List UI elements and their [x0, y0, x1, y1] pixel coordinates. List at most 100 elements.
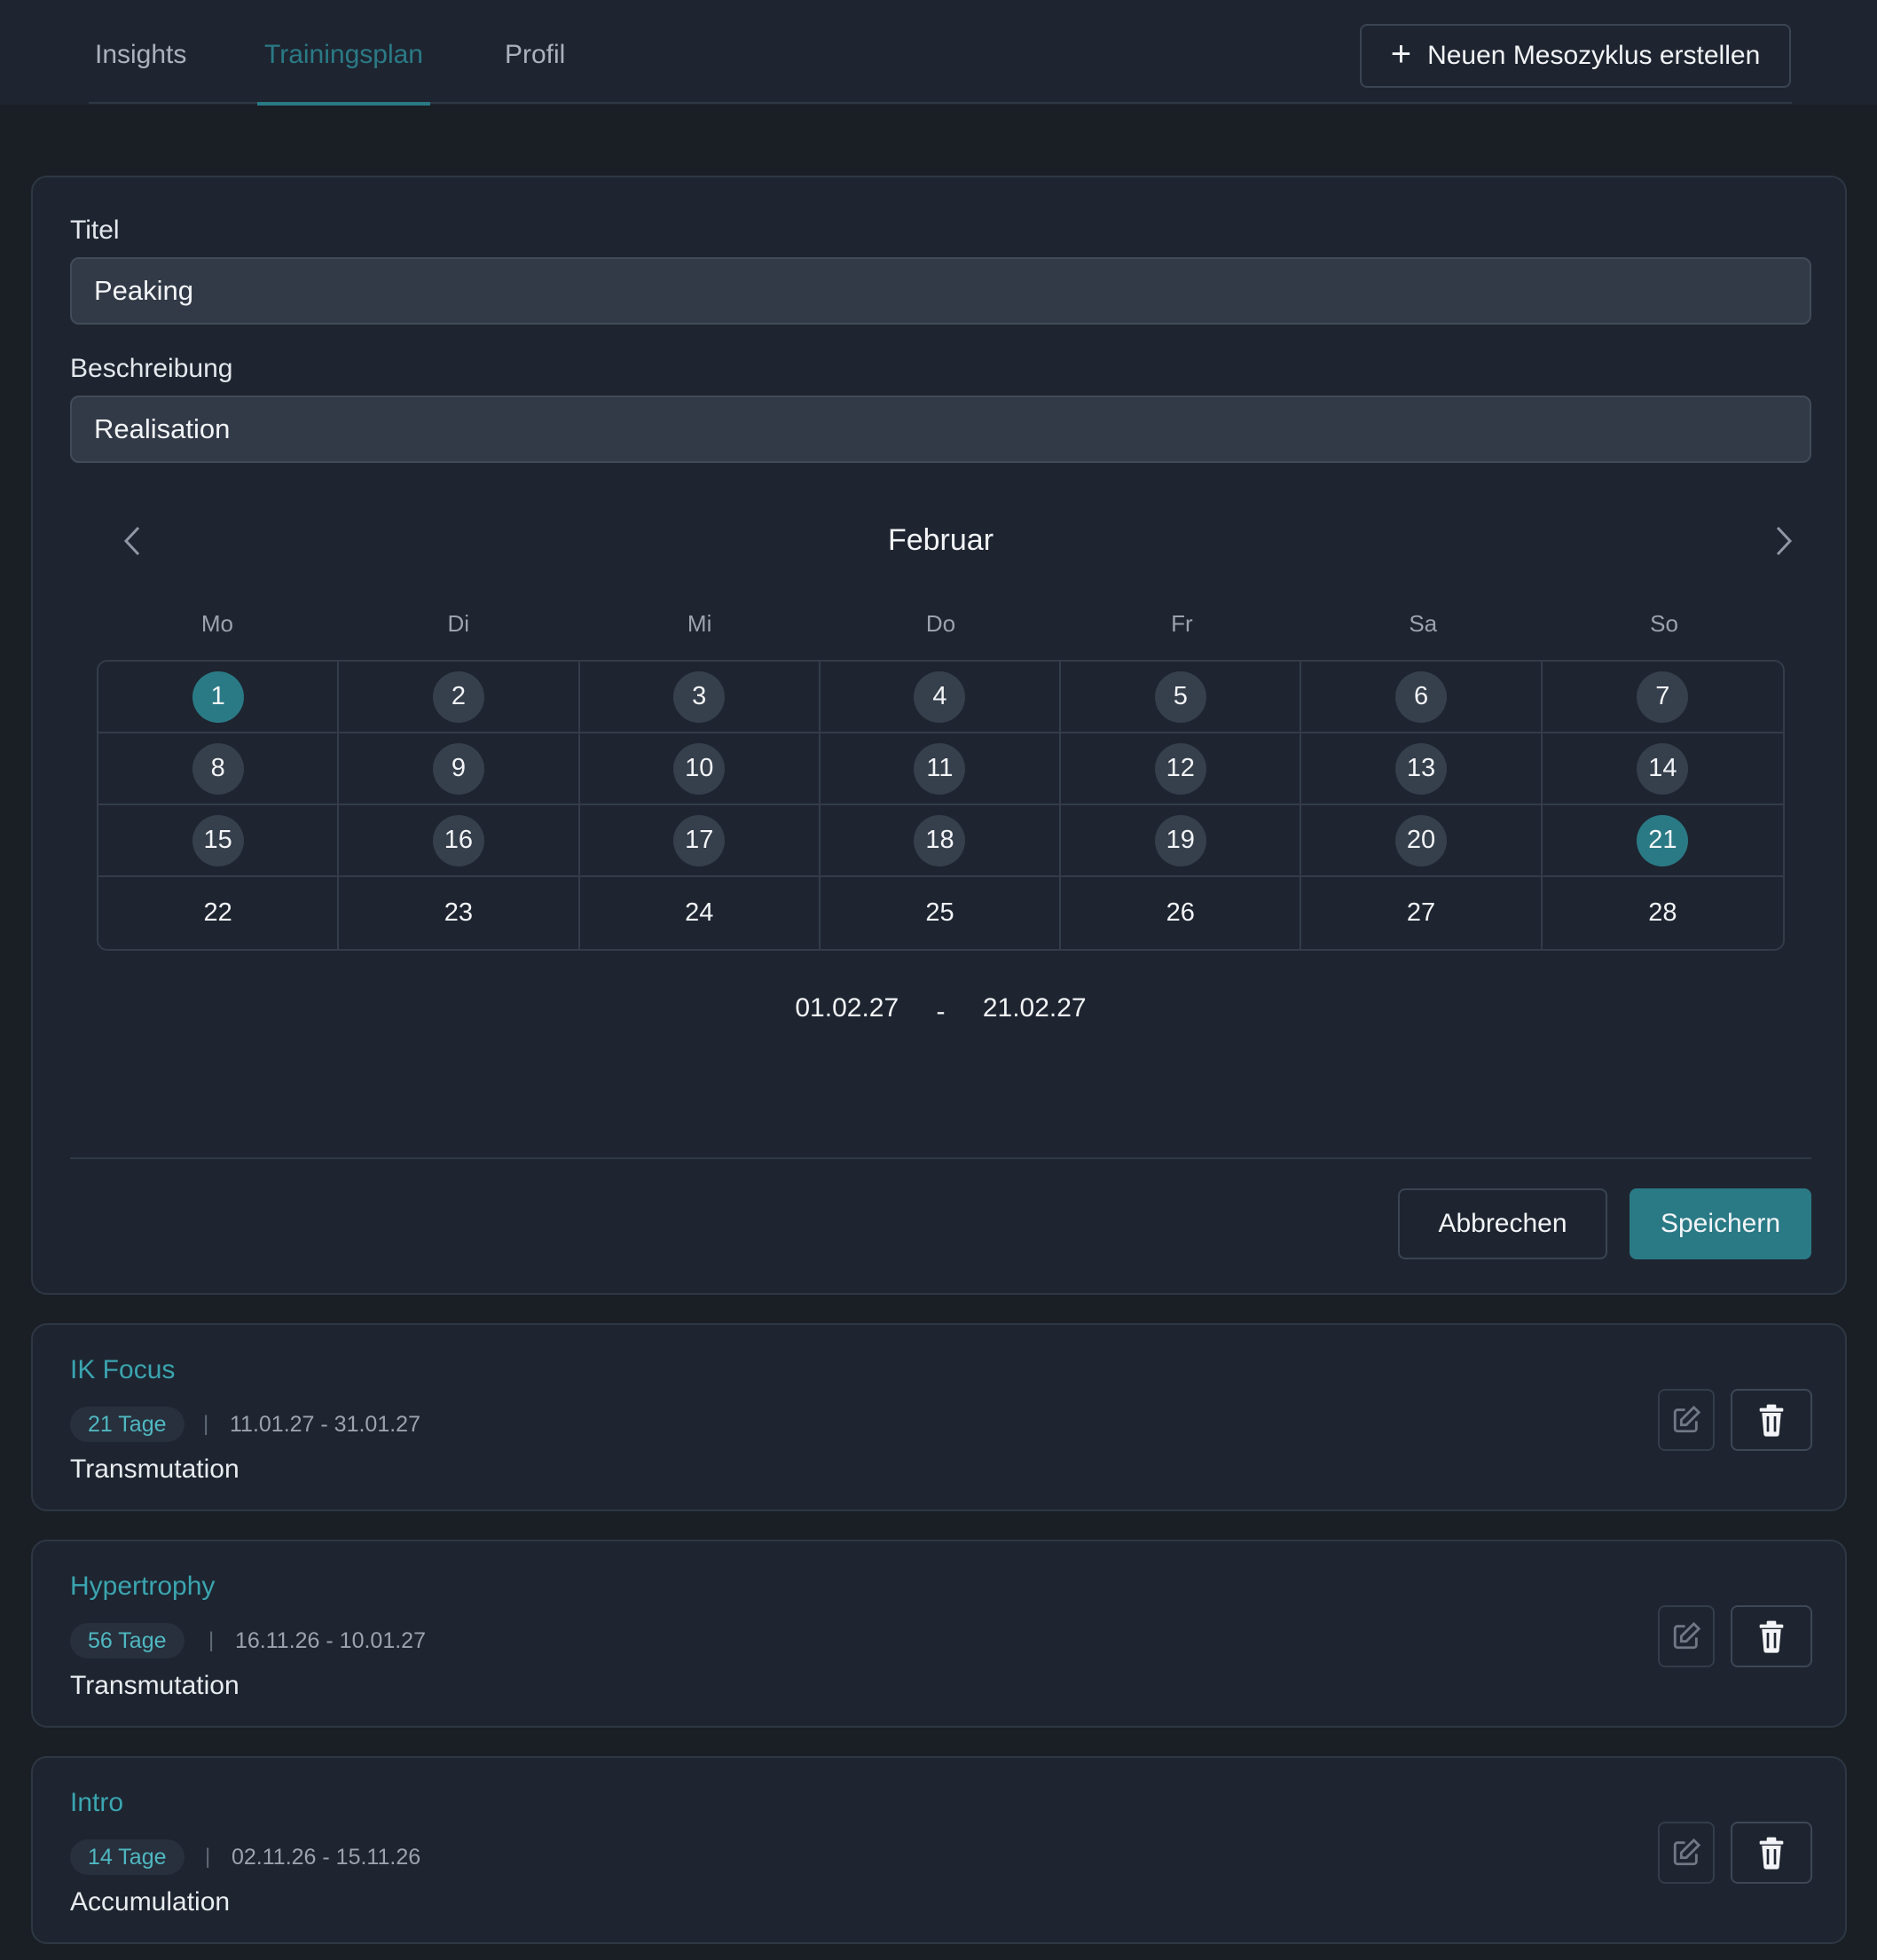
calendar-day-cell[interactable]: 12: [1061, 733, 1302, 805]
separator: |: [205, 1845, 211, 1869]
cycle-description: Transmutation: [70, 1671, 240, 1700]
calendar-day-cell[interactable]: 4: [820, 662, 1062, 733]
tab-insights[interactable]: Insights: [95, 0, 186, 104]
calendar-day-cell[interactable]: 26: [1061, 877, 1302, 949]
new-mesocycle-button[interactable]: + Neuen Mesozyklus erstellen: [1360, 24, 1791, 88]
calendar-day-cell[interactable]: 11: [820, 733, 1062, 805]
calendar-day-number: 24: [685, 898, 714, 927]
calendar-day-cell[interactable]: 22: [98, 877, 340, 949]
calendar-grid: 1 2 3 4 5 6 7 8 9 10 11 12 13 14 15 16 17 18 19 20 21 22 23 24 2…: [97, 660, 1785, 951]
cycle-title: Hypertrophy: [70, 1572, 216, 1601]
calendar-weekdays: Mo Di Mi Do Fr Sa So: [97, 610, 1785, 638]
weekday-label: Fr: [1171, 610, 1193, 637]
duration-badge: 56 Tage: [70, 1623, 185, 1658]
calendar-day-number: 22: [203, 898, 232, 927]
calendar-day-number: 25: [925, 898, 954, 927]
trash-icon: [1759, 1404, 1784, 1437]
mesocycle-form: Titel Peaking Beschreibung Realisation F…: [31, 176, 1847, 1295]
calendar-day-cell[interactable]: 1: [98, 662, 340, 733]
calendar-day-cell[interactable]: 15: [98, 805, 340, 877]
calendar-day-cell[interactable]: 18: [820, 805, 1062, 877]
calendar-day-cell[interactable]: 28: [1543, 877, 1783, 949]
top-navigation: Insights Trainingsplan Profil + Neuen Me…: [0, 0, 1877, 106]
cycle-description: Transmutation: [70, 1454, 240, 1484]
range-end: 21.02.27: [982, 993, 1087, 1023]
calendar-day-number: 11: [914, 742, 966, 795]
calendar-day-cell[interactable]: 2: [339, 662, 580, 733]
calendar-day-cell[interactable]: 17: [579, 805, 821, 877]
edit-button[interactable]: [1658, 1605, 1715, 1667]
save-button[interactable]: Speichern: [1630, 1188, 1811, 1259]
calendar-day-number: 9: [432, 742, 484, 795]
edit-button[interactable]: [1658, 1389, 1715, 1451]
tab-profil[interactable]: Profil: [505, 0, 565, 104]
calendar-day-number: 8: [192, 742, 244, 795]
weekday-label: Mi: [687, 610, 712, 637]
calendar-day-cell[interactable]: 23: [339, 877, 580, 949]
calendar-day-number: 21: [1637, 814, 1689, 866]
calendar-day-cell[interactable]: 19: [1061, 805, 1302, 877]
calendar-day-number: 28: [1648, 898, 1677, 927]
calendar-day-cell[interactable]: 9: [339, 733, 580, 805]
calendar-day-cell[interactable]: 13: [1301, 733, 1543, 805]
calendar-day-number: 15: [192, 814, 244, 866]
calendar-day-cell[interactable]: 5: [1061, 662, 1302, 733]
pencil-square-icon: [1673, 1621, 1701, 1650]
cancel-button[interactable]: Abbrechen: [1398, 1188, 1607, 1259]
delete-button[interactable]: [1731, 1389, 1812, 1451]
pencil-square-icon: [1673, 1405, 1701, 1433]
range-start: 01.02.27: [795, 993, 899, 1023]
calendar-day-cell[interactable]: 16: [339, 805, 580, 877]
calendar-month: Februar: [887, 523, 994, 557]
calendar-day-number: 27: [1406, 898, 1436, 927]
calendar-day-number: 2: [432, 670, 484, 723]
calendar-day-cell[interactable]: 21: [1542, 805, 1783, 877]
cycle-card: IK Focus 21 Tage | 11.01.27 - 31.01.27 T…: [31, 1323, 1847, 1511]
calendar-day-number: 26: [1166, 898, 1195, 927]
calendar-day-number: 18: [914, 814, 966, 866]
selected-range: 01.02.27 - 21.02.27: [33, 993, 1849, 1026]
trash-icon: [1759, 1837, 1784, 1870]
separator: |: [203, 1412, 209, 1436]
weekday-label: Di: [447, 610, 470, 637]
weekday-label: Sa: [1409, 610, 1438, 637]
form-divider: [70, 1157, 1811, 1159]
calendar-day-number: 5: [1154, 670, 1206, 723]
title-input[interactable]: Peaking: [70, 257, 1811, 325]
weekday-label: So: [1650, 610, 1678, 637]
next-month-button[interactable]: [1766, 519, 1802, 563]
calendar-day-number: 7: [1637, 670, 1689, 723]
calendar-day-cell[interactable]: 6: [1301, 662, 1543, 733]
calendar-day-number: 6: [1395, 670, 1448, 723]
calendar-day-cell[interactable]: 8: [98, 733, 340, 805]
duration-badge: 21 Tage: [70, 1407, 185, 1442]
calendar-day-number: 1: [192, 670, 244, 723]
delete-button[interactable]: [1731, 1822, 1812, 1884]
description-input[interactable]: Realisation: [70, 396, 1811, 463]
tab-trainingsplan[interactable]: Trainingsplan: [257, 0, 430, 106]
calendar-day-cell[interactable]: 25: [821, 877, 1062, 949]
trash-icon: [1759, 1620, 1784, 1653]
cycle-title: Intro: [70, 1788, 124, 1817]
calendar-day-cell[interactable]: 10: [579, 733, 821, 805]
plus-icon: +: [1390, 35, 1412, 74]
range-separator: -: [936, 997, 946, 1026]
calendar-day-cell[interactable]: 14: [1542, 733, 1783, 805]
cycle-dates: 11.01.27 - 31.01.27: [230, 1412, 420, 1437]
calendar-day-cell[interactable]: 3: [579, 662, 821, 733]
cycle-card: Hypertrophy 56 Tage | 16.11.26 - 10.01.2…: [31, 1540, 1847, 1728]
cycle-dates: 02.11.26 - 15.11.26: [232, 1845, 421, 1870]
calendar-day-number: 23: [444, 898, 474, 927]
calendar-day-cell[interactable]: 7: [1542, 662, 1783, 733]
calendar-day-number: 12: [1154, 742, 1206, 795]
calendar-day-cell[interactable]: 20: [1301, 805, 1543, 877]
new-mesocycle-label: Neuen Mesozyklus erstellen: [1427, 41, 1761, 70]
calendar-day-cell[interactable]: 27: [1301, 877, 1543, 949]
calendar-day-cell[interactable]: 24: [580, 877, 821, 949]
edit-button[interactable]: [1658, 1822, 1715, 1884]
calendar-day-number: 20: [1395, 814, 1448, 866]
delete-button[interactable]: [1731, 1605, 1812, 1667]
calendar-day-number: 13: [1395, 742, 1448, 795]
weekday-label: Mo: [200, 610, 233, 637]
cycle-card: Intro 14 Tage | 02.11.26 - 15.11.26 Accu…: [31, 1756, 1847, 1944]
